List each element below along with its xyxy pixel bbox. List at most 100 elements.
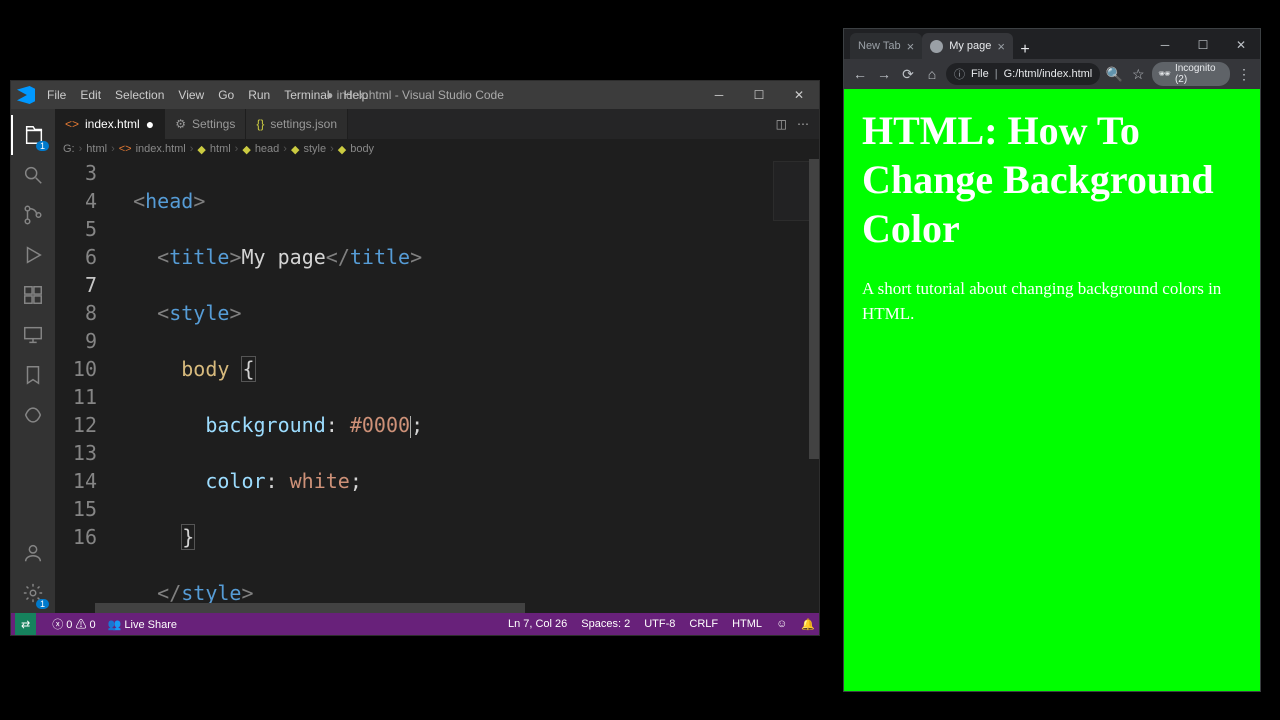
omnibox[interactable]: ⓘ File | G:/html/index.html bbox=[946, 63, 1100, 85]
tab-label: index.html bbox=[85, 117, 140, 131]
status-indent[interactable]: Spaces: 2 bbox=[581, 618, 630, 630]
tab-settings[interactable]: ⚙ Settings bbox=[165, 109, 246, 139]
accounts-icon[interactable] bbox=[11, 533, 55, 573]
status-errors[interactable]: ⓧ 0 ⚠ 0 bbox=[52, 616, 95, 632]
status-language[interactable]: HTML bbox=[732, 618, 762, 630]
workarea: 1 bbox=[11, 109, 819, 613]
status-encoding[interactable]: UTF-8 bbox=[644, 618, 675, 630]
menu-view[interactable]: View bbox=[172, 84, 210, 106]
notifications-icon[interactable]: 🔔 bbox=[801, 618, 815, 631]
liveshare-icon[interactable] bbox=[11, 395, 55, 435]
status-eol[interactable]: CRLF bbox=[689, 618, 718, 630]
breadcrumb-segment[interactable]: style bbox=[303, 143, 326, 155]
minimize-button[interactable]: ─ bbox=[1146, 31, 1184, 59]
tab-index-html[interactable]: <> index.html ● bbox=[55, 109, 165, 139]
tab-settings-json[interactable]: {} settings.json bbox=[246, 109, 348, 139]
activity-bar: 1 bbox=[11, 109, 55, 613]
chrome-topbar: New Tab × My page × + ─ ☐ ✕ ← → ⟳ ⌂ ⓘ Fi… bbox=[844, 29, 1260, 89]
bookmarks-icon[interactable] bbox=[11, 355, 55, 395]
editor-area[interactable]: 3 4 5 6 7 8 9 10 11 12 13 14 15 16 <head… bbox=[55, 159, 819, 603]
back-button[interactable]: ← bbox=[850, 63, 870, 85]
breadcrumb-segment[interactable]: G: bbox=[63, 143, 75, 155]
chrome-tab-newtab[interactable]: New Tab × bbox=[850, 33, 922, 59]
home-button[interactable]: ⌂ bbox=[922, 63, 942, 85]
minimap[interactable] bbox=[773, 161, 813, 221]
menu-terminal[interactable]: Terminal bbox=[278, 84, 335, 106]
breadcrumb-segment[interactable]: body bbox=[350, 143, 374, 155]
status-cursor-pos[interactable]: Ln 7, Col 26 bbox=[508, 618, 567, 630]
chrome-window: New Tab × My page × + ─ ☐ ✕ ← → ⟳ ⌂ ⓘ Fi… bbox=[843, 28, 1261, 692]
vscode-window: File Edit Selection View Go Run Terminal… bbox=[10, 80, 820, 636]
chrome-tabs: New Tab × My page × + ─ ☐ ✕ bbox=[844, 29, 1260, 59]
tab-label: Settings bbox=[192, 117, 235, 131]
breadcrumb-segment[interactable]: index.html bbox=[136, 143, 186, 155]
explorer-badge: 1 bbox=[36, 141, 49, 151]
titlebar: File Edit Selection View Go Run Terminal… bbox=[11, 81, 819, 109]
close-button[interactable]: ✕ bbox=[1222, 31, 1260, 59]
window-controls: ─ ☐ ✕ bbox=[699, 81, 819, 109]
close-tab-icon[interactable]: × bbox=[997, 39, 1005, 54]
menu-go[interactable]: Go bbox=[212, 84, 240, 106]
breadcrumb[interactable]: G:› html› <> index.html› ◆ html› ◆ head›… bbox=[55, 139, 819, 159]
url-scheme: File bbox=[971, 68, 989, 80]
menu-file[interactable]: File bbox=[41, 84, 72, 106]
more-actions-icon[interactable]: ⋯ bbox=[797, 117, 809, 131]
minimize-button[interactable]: ─ bbox=[699, 81, 739, 109]
editor-column: <> index.html ● ⚙ Settings {} settings.j… bbox=[55, 109, 819, 613]
vertical-scrollbar[interactable] bbox=[809, 159, 819, 603]
html-file-icon: <> bbox=[65, 117, 79, 131]
kebab-menu-icon[interactable]: ⋮ bbox=[1234, 63, 1254, 85]
split-editor-icon[interactable]: ◫ bbox=[776, 117, 787, 131]
close-button[interactable]: ✕ bbox=[779, 81, 819, 109]
bookmark-star-icon[interactable]: ☆ bbox=[1128, 63, 1148, 85]
url-text: G:/html/index.html bbox=[1004, 68, 1093, 80]
vscode-logo-icon bbox=[17, 86, 35, 104]
breadcrumb-segment[interactable]: html bbox=[86, 143, 107, 155]
code-text[interactable]: <head> <title>My page</title> <style> bo… bbox=[109, 159, 819, 603]
editor-tabs: <> index.html ● ⚙ Settings {} settings.j… bbox=[55, 109, 819, 139]
zoom-icon[interactable]: 🔍 bbox=[1104, 63, 1124, 85]
new-tab-button[interactable]: + bbox=[1013, 41, 1037, 59]
maximize-button[interactable]: ☐ bbox=[739, 81, 779, 109]
breadcrumb-segment[interactable]: head bbox=[255, 143, 279, 155]
reload-button[interactable]: ⟳ bbox=[898, 63, 918, 85]
source-control-icon[interactable] bbox=[11, 195, 55, 235]
menu-edit[interactable]: Edit bbox=[74, 84, 107, 106]
favicon-icon bbox=[930, 40, 943, 53]
forward-button[interactable]: → bbox=[874, 63, 894, 85]
feedback-icon[interactable]: ☺ bbox=[776, 618, 787, 630]
chrome-tab-mypage[interactable]: My page × bbox=[922, 33, 1013, 59]
incognito-badge[interactable]: 🕶 Incognito (2) bbox=[1152, 62, 1230, 86]
site-info-icon[interactable]: ⓘ bbox=[954, 66, 965, 82]
settings-icon[interactable]: 1 bbox=[11, 573, 55, 613]
maximize-button[interactable]: ☐ bbox=[1184, 31, 1222, 59]
menu-bar: File Edit Selection View Go Run Terminal… bbox=[41, 84, 374, 106]
search-icon[interactable] bbox=[11, 155, 55, 195]
run-debug-icon[interactable] bbox=[11, 235, 55, 275]
gutter: 3 4 5 6 7 8 9 10 11 12 13 14 15 16 bbox=[55, 159, 109, 603]
close-tab-icon[interactable]: × bbox=[907, 39, 915, 54]
tab-label: My page bbox=[949, 40, 991, 52]
dirty-indicator-icon: ● bbox=[146, 116, 154, 132]
page-paragraph: A short tutorial about changing backgrou… bbox=[862, 277, 1242, 326]
menu-help[interactable]: Help bbox=[338, 84, 375, 106]
remote-indicator[interactable]: ⇄ bbox=[15, 613, 36, 635]
menu-selection[interactable]: Selection bbox=[109, 84, 170, 106]
remote-explorer-icon[interactable] bbox=[11, 315, 55, 355]
symbol-icon: ◆ bbox=[242, 143, 250, 156]
extensions-icon[interactable] bbox=[11, 275, 55, 315]
status-liveshare[interactable]: 👥 Live Share bbox=[108, 618, 177, 631]
symbol-icon: ◆ bbox=[338, 143, 346, 156]
breadcrumb-segment[interactable]: html bbox=[210, 143, 231, 155]
tab-label: settings.json bbox=[270, 117, 337, 131]
status-bar: ⇄ ⓧ 0 ⚠ 0 👥 Live Share Ln 7, Col 26 Spac… bbox=[11, 613, 819, 635]
settings-badge: 1 bbox=[36, 599, 49, 609]
gear-icon: ⚙ bbox=[175, 117, 186, 131]
tab-label: New Tab bbox=[858, 40, 901, 52]
explorer-icon[interactable]: 1 bbox=[11, 115, 55, 155]
menu-run[interactable]: Run bbox=[242, 84, 276, 106]
symbol-icon: ◆ bbox=[197, 143, 205, 156]
html-file-icon: <> bbox=[119, 143, 132, 155]
horizontal-scrollbar[interactable] bbox=[55, 603, 819, 613]
incognito-icon: 🕶 bbox=[1158, 69, 1171, 80]
